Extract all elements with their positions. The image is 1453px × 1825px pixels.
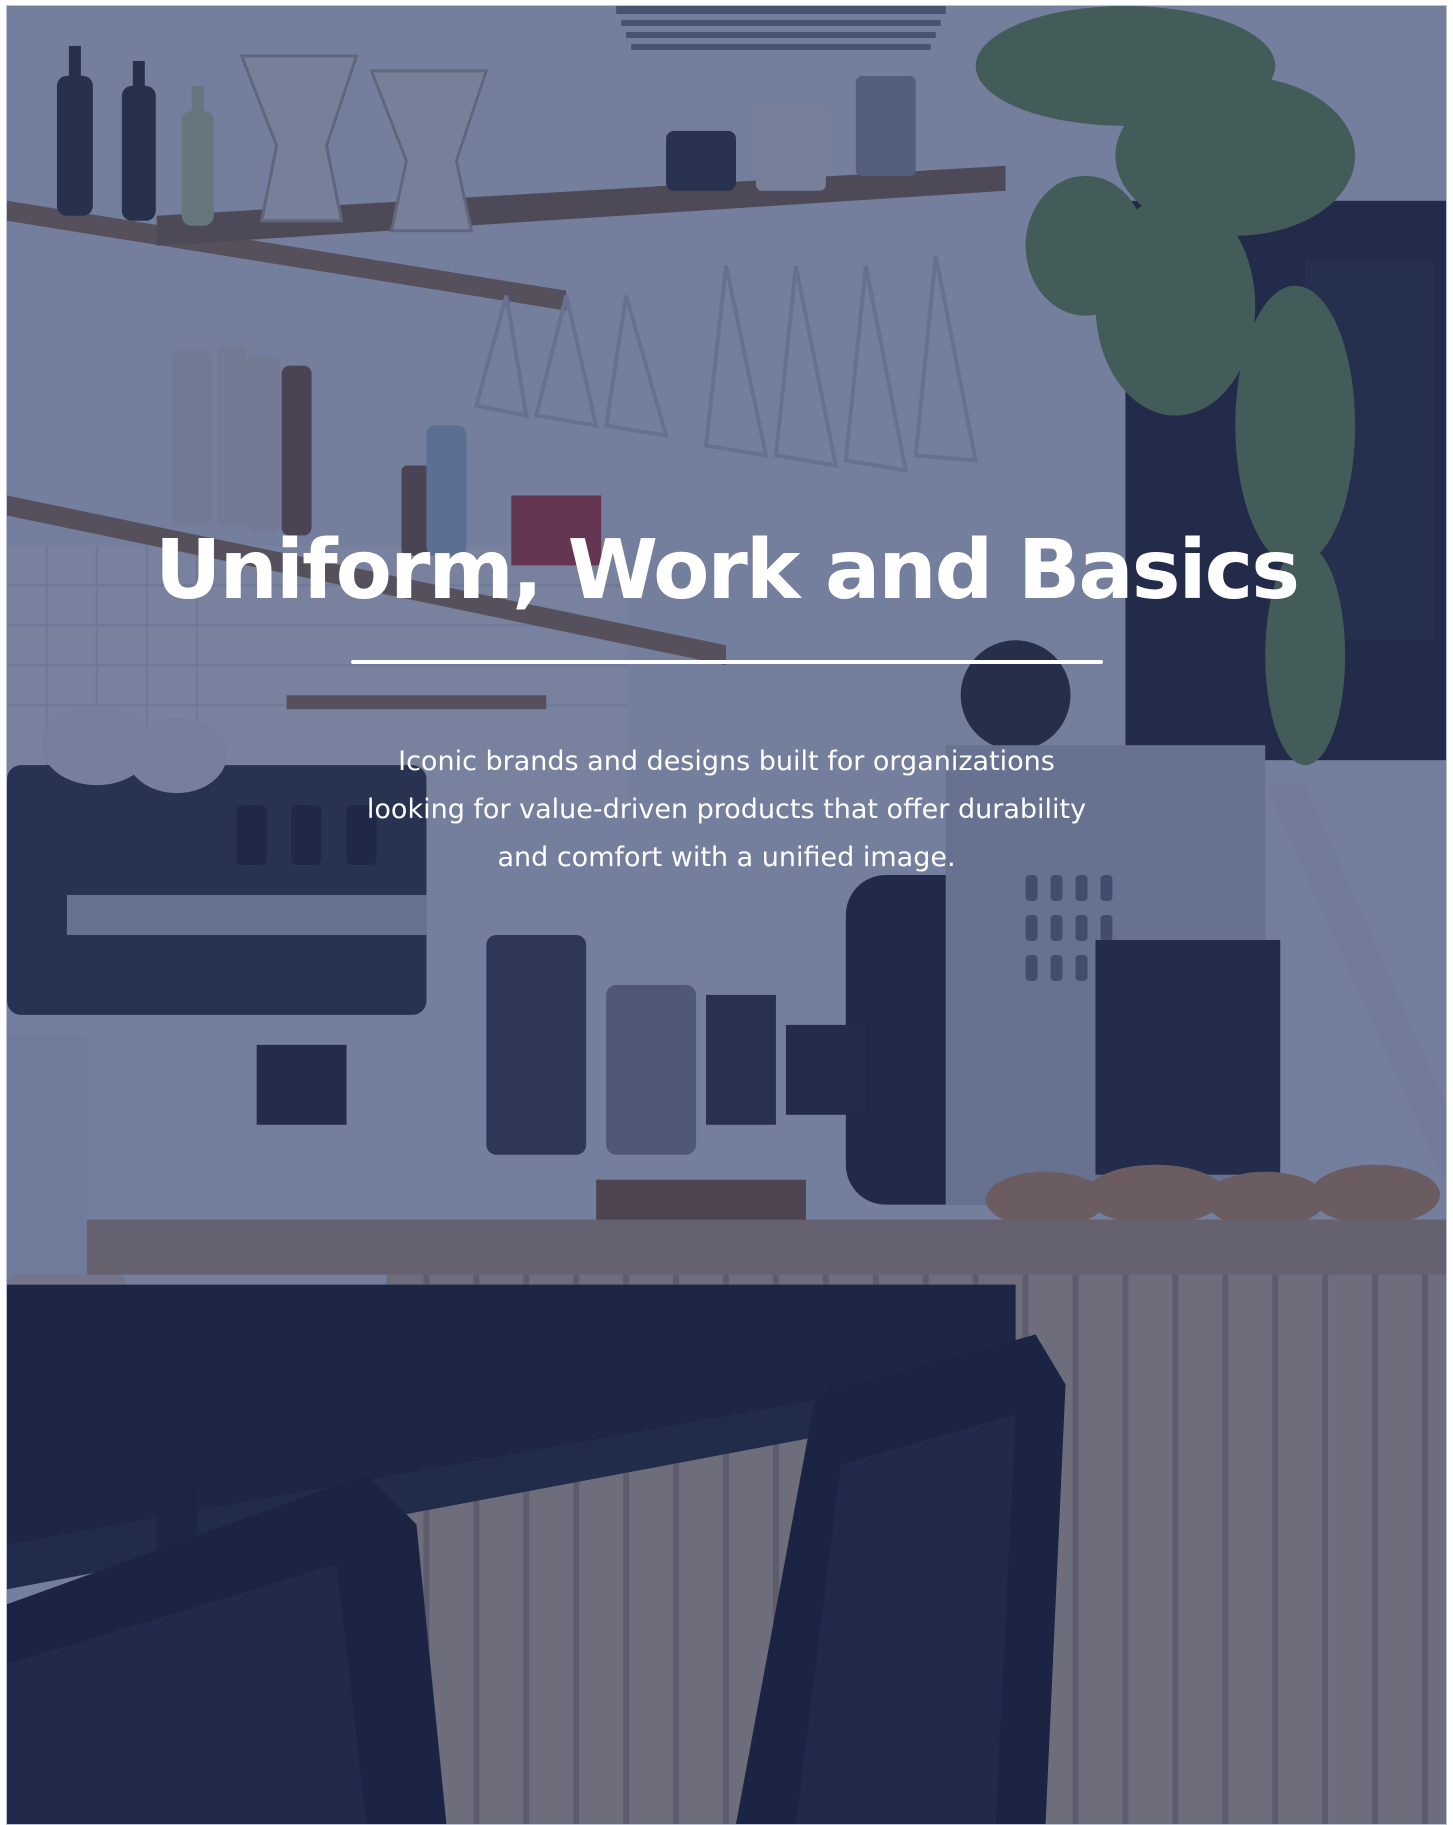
hero-subtitle: Iconic brands and designs built for orga… xyxy=(366,746,1087,874)
hero-title: Uniform, Work and Basics xyxy=(154,523,1300,618)
hero-banner: Uniform, Work and Basics Iconic brands a… xyxy=(6,5,1447,1825)
hero-divider xyxy=(350,660,1103,665)
hero-content: Uniform, Work and Basics Iconic brands a… xyxy=(7,523,1446,882)
page: Uniform, Work and Basics Iconic brands a… xyxy=(0,0,1453,1825)
hero-color-overlay xyxy=(7,6,1446,1824)
